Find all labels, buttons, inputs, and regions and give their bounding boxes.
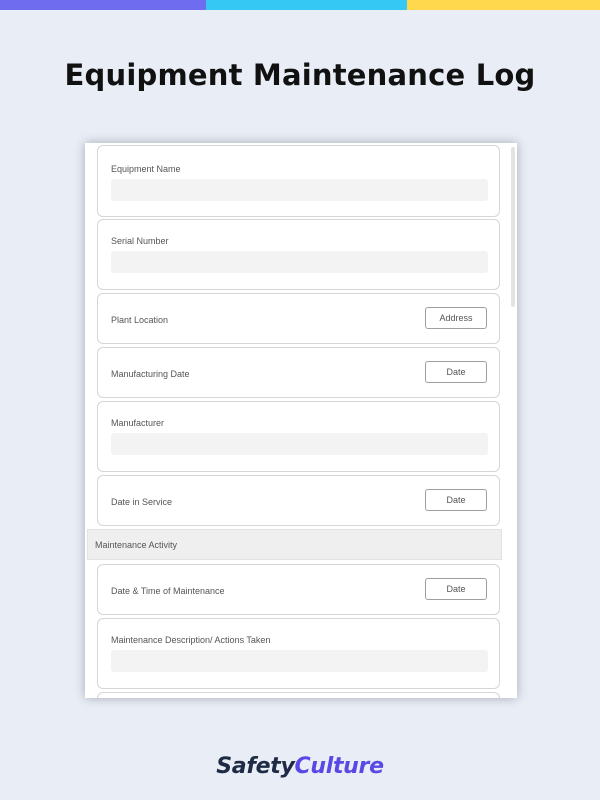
field-label: Manufacturer [111, 418, 165, 428]
field-serial-number: Serial Number [97, 219, 500, 290]
field-manufacturer: Manufacturer [97, 401, 500, 472]
brand-part1: Safety [216, 754, 295, 779]
field-date-time-maintenance: Date & Time of Maintenance Date [97, 564, 500, 615]
field-equipment-name: Equipment Name [97, 145, 500, 217]
equipment-name-input[interactable] [111, 179, 488, 201]
section-header-maintenance-activity: Maintenance Activity [87, 529, 502, 560]
section-title: Maintenance Activity [95, 540, 178, 550]
serial-number-input[interactable] [111, 251, 488, 273]
maintenance-description-input[interactable] [111, 650, 488, 672]
brand-part2: Culture [294, 754, 385, 779]
field-label: Serial Number [111, 236, 169, 246]
field-label: Date & Time of Maintenance [111, 586, 225, 596]
top-color-bar [0, 0, 600, 10]
bar-segment-blue [0, 0, 210, 10]
date-button[interactable]: Date [425, 489, 487, 511]
address-button[interactable]: Address [425, 307, 487, 329]
field-manufacturing-date: Manufacturing Date Date [97, 347, 500, 398]
field-label: Manufacturing Date [111, 369, 190, 379]
field-plant-location: Plant Location Address [97, 293, 500, 344]
scrollbar[interactable] [511, 147, 515, 307]
page-title: Equipment Maintenance Log [64, 58, 536, 92]
field-maintenance-description: Maintenance Description/ Actions Taken [97, 618, 500, 689]
field-next [97, 692, 500, 698]
field-label: Date in Service [111, 497, 173, 507]
date-button[interactable]: Date [425, 361, 487, 383]
form-screenshot: Equipment Name Serial Number Plant Locat… [85, 143, 517, 698]
field-label: Plant Location [111, 315, 169, 325]
field-date-in-service: Date in Service Date [97, 475, 500, 526]
bar-segment-cyan [206, 0, 411, 10]
date-button[interactable]: Date [425, 578, 487, 600]
bar-segment-yellow [407, 0, 600, 10]
manufacturer-input[interactable] [111, 433, 488, 455]
field-label: Equipment Name [111, 164, 181, 174]
field-label: Maintenance Description/ Actions Taken [111, 635, 271, 645]
safetyculture-logo: SafetyCulture [0, 754, 600, 779]
